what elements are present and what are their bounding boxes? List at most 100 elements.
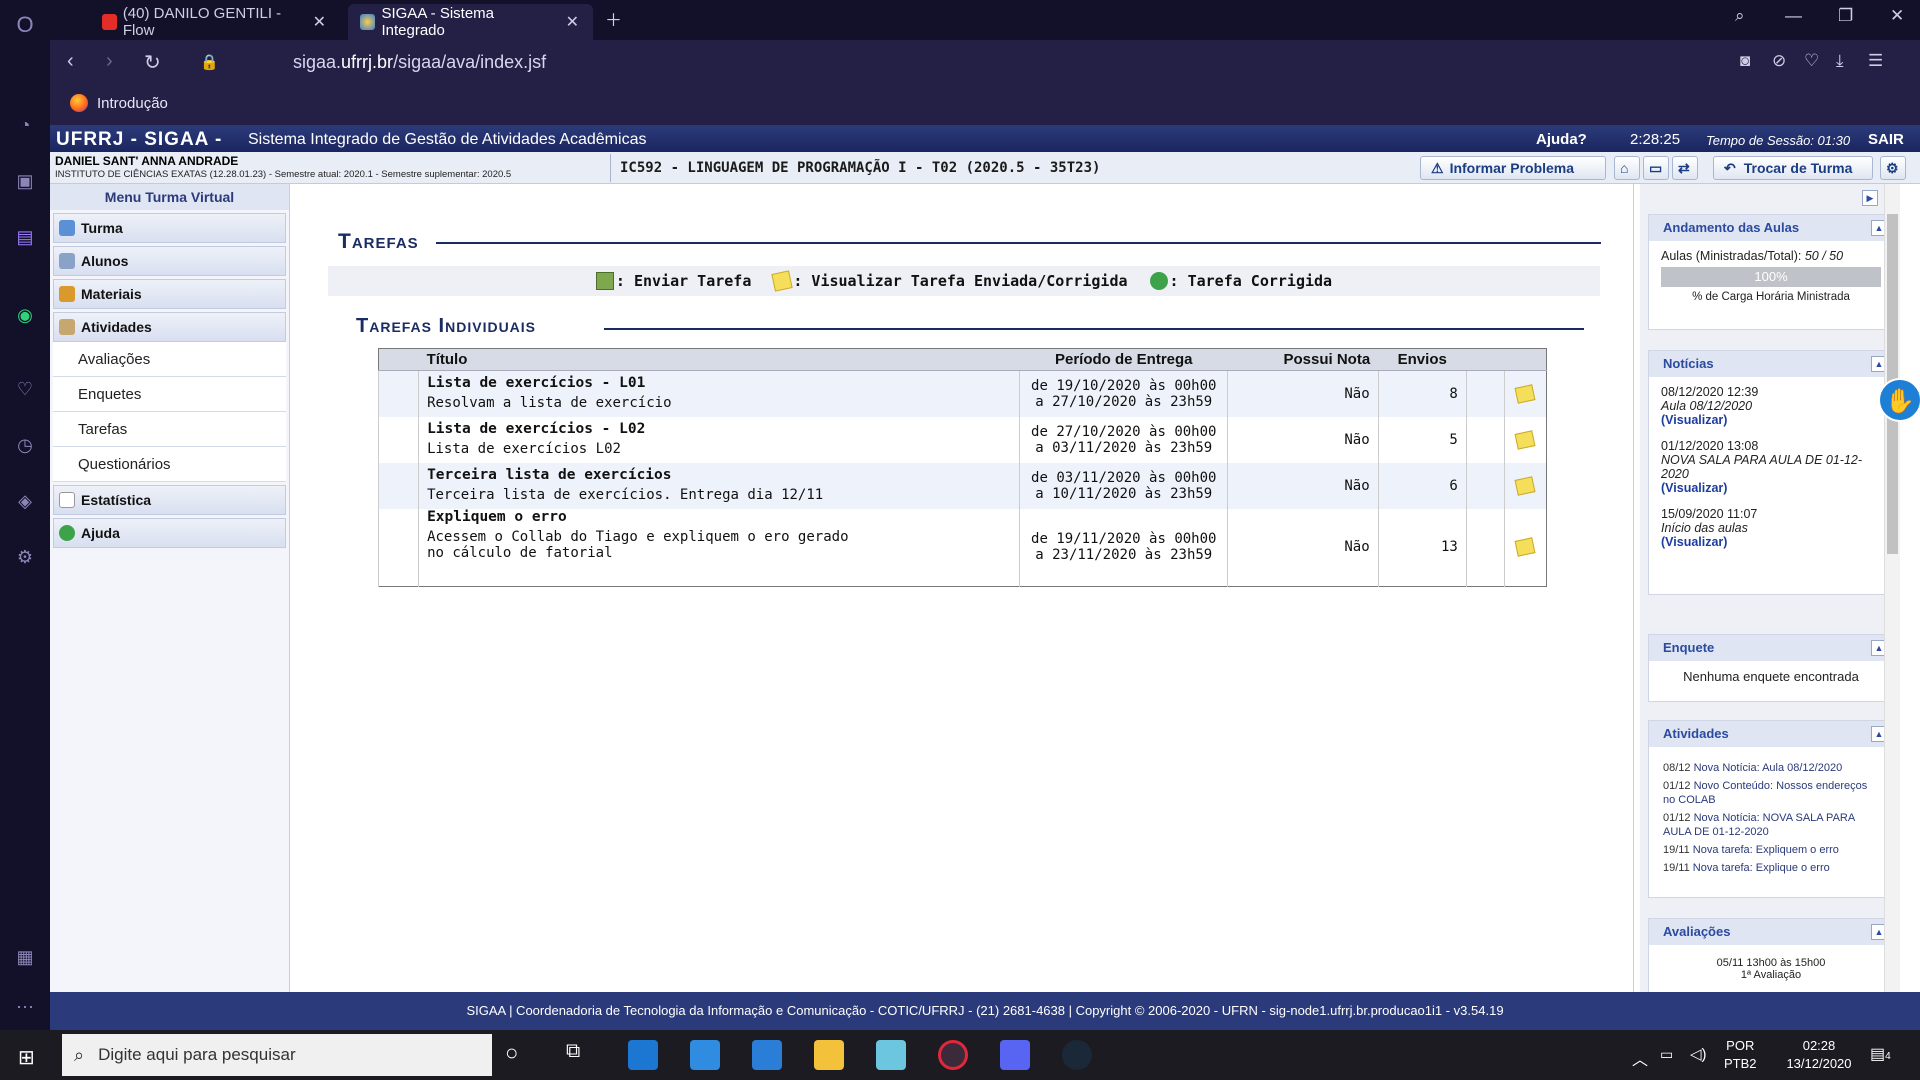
activities-header: Atividades ▲ xyxy=(1649,721,1893,747)
activity-date: 01/12 xyxy=(1663,780,1691,792)
menu-item-turma[interactable]: Turma xyxy=(53,213,286,243)
header-title: Título xyxy=(418,348,1020,371)
history-icon[interactable]: ◷ xyxy=(12,432,38,458)
tray-chevron-icon[interactable]: ︿ xyxy=(1632,1046,1648,1070)
download-icon[interactable]: ⤓ xyxy=(1836,51,1844,71)
language-indicator[interactable]: POR PTB2 xyxy=(1724,1038,1757,1071)
news-link[interactable]: (Visualizar) xyxy=(1661,535,1881,549)
home-button[interactable]: ⌂ xyxy=(1614,156,1640,180)
url-field[interactable]: sigaa.ufrrj.br/sigaa/ava/index.jsf xyxy=(293,52,546,73)
right-scrollbar[interactable] xyxy=(1884,184,1900,992)
view-cell xyxy=(1503,462,1547,509)
submenu-tarefas[interactable]: Tarefas xyxy=(53,412,286,447)
activity-text[interactable]: Nova tarefa: Expliquem o erro xyxy=(1693,844,1839,856)
report-problem-button[interactable]: ⚠ Informar Problema xyxy=(1420,156,1606,180)
mail-icon[interactable] xyxy=(690,1040,720,1070)
expand-panel-icon[interactable]: ▶ xyxy=(1862,190,1878,206)
menu-item-alunos[interactable]: Alunos xyxy=(53,246,286,276)
close-icon[interactable]: ✕ xyxy=(556,12,579,32)
notepad-app-icon[interactable] xyxy=(876,1040,906,1070)
search-tabs-icon[interactable]: ⌕ xyxy=(1735,6,1745,26)
discord-icon[interactable] xyxy=(1000,1040,1030,1070)
bookmark-heart-icon[interactable]: ♡ xyxy=(1804,51,1819,71)
steam-icon[interactable] xyxy=(1062,1040,1092,1070)
camera-icon[interactable]: ◙ xyxy=(1740,51,1750,71)
news-text: Início das aulas xyxy=(1661,521,1748,535)
view-task-icon[interactable] xyxy=(1514,384,1536,404)
windows-start-icon[interactable]: ⊞ xyxy=(18,1045,35,1070)
restore-icon[interactable]: ❐ xyxy=(1838,6,1853,26)
activity-text[interactable]: Nova Notícia: Aula 08/12/2020 xyxy=(1694,762,1843,774)
accessibility-hand-icon[interactable]: ✋ xyxy=(1878,378,1920,422)
volume-icon[interactable]: ◁) xyxy=(1690,1045,1707,1063)
reload-icon[interactable]: ↻ xyxy=(144,50,161,75)
shopping-bag-icon[interactable]: ▣ xyxy=(12,168,38,194)
task-cell: Terceira lista de exercícios Terceira lis… xyxy=(418,462,1020,509)
more-icon[interactable]: ⋯ xyxy=(12,994,38,1020)
clock-tray[interactable]: 02:28 13/12/2020 xyxy=(1778,1038,1860,1071)
switch-button[interactable]: ⇄ xyxy=(1672,156,1698,180)
heart-icon[interactable]: ♡ xyxy=(12,376,38,402)
period-start: de 27/10/2020 às 00h00 xyxy=(1031,423,1217,440)
bookmark-introducao[interactable]: Introdução xyxy=(70,94,168,112)
menu-item-atividades[interactable]: Atividades xyxy=(53,312,286,342)
submenu-questionarios[interactable]: Questionários xyxy=(53,447,286,482)
action-cell xyxy=(1465,370,1505,417)
activity-text[interactable]: Nova Notícia: NOVA SALA PARA AULA DE 01-… xyxy=(1663,812,1855,838)
course-title: IC592 - LINGUAGEM DE PROGRAMAÇÃO I - T02… xyxy=(620,160,1101,176)
opera-taskbar-icon[interactable] xyxy=(938,1040,968,1070)
notification-icon[interactable]: ▤4 xyxy=(1870,1044,1891,1064)
firefox-icon xyxy=(70,94,88,112)
file-explorer-icon[interactable] xyxy=(814,1040,844,1070)
news-link[interactable]: (Visualizar) xyxy=(1661,413,1881,427)
page-footer: SIGAA | Coordenadoria de Tecnologia da I… xyxy=(50,992,1920,1030)
menu-item-materiais[interactable]: Materiais xyxy=(53,279,286,309)
close-window-icon[interactable]: ✕ xyxy=(1890,6,1904,26)
activity-text[interactable]: Novo Conteúdo: Nossos endereços no COLAB xyxy=(1663,780,1867,806)
easy-setup-icon[interactable]: ☰ xyxy=(1868,51,1883,71)
help-link[interactable]: Ajuda? xyxy=(1536,131,1587,148)
back-icon[interactable]: ‹ xyxy=(67,50,74,73)
vscode-icon[interactable] xyxy=(752,1040,782,1070)
menu-item-ajuda[interactable]: Ajuda xyxy=(53,518,286,548)
minimize-icon[interactable]: — xyxy=(1785,6,1802,26)
view-task-icon[interactable] xyxy=(1514,475,1536,496)
cortana-icon[interactable]: ○ xyxy=(505,1040,535,1070)
settings-icon[interactable]: ⚙ xyxy=(12,544,38,570)
submenu-avaliacoes[interactable]: Avaliações xyxy=(53,342,286,377)
whatsapp-icon[interactable]: ◉ xyxy=(12,302,38,328)
activity-text[interactable]: Nova tarefa: Explique o erro xyxy=(1693,862,1830,874)
network-icon[interactable]: ▭ xyxy=(1660,1046,1673,1063)
forward-icon[interactable]: › xyxy=(106,50,113,73)
bookmarks-bar: Introdução xyxy=(50,86,1920,126)
menu-item-estatistica[interactable]: Estatística xyxy=(53,485,286,515)
evaluations-body: 05/11 13h00 às 15h00 1ª Avaliação xyxy=(1649,945,1893,989)
task-description: Terceira lista de exercícios. Entrega di… xyxy=(427,486,824,503)
adblock-icon[interactable]: ⊘ xyxy=(1772,51,1786,71)
print-button[interactable]: ▭ xyxy=(1643,156,1669,180)
header-action2 xyxy=(1504,348,1547,371)
change-class-button[interactable]: ↶ Trocar de Turma xyxy=(1713,156,1873,180)
view-task-icon[interactable] xyxy=(1514,537,1536,557)
opera-logo-icon[interactable]: O xyxy=(12,12,38,38)
tab-title: SIGAA - Sistema Integrado xyxy=(381,5,495,39)
workspaces-icon[interactable]: ▦ xyxy=(12,944,38,970)
twitch-icon[interactable]: ▤ xyxy=(12,224,38,250)
cube-icon[interactable]: ◈ xyxy=(12,488,38,514)
news-date: 08/12/2020 12:39 xyxy=(1661,385,1759,399)
new-tab-icon[interactable]: ＋ xyxy=(605,6,622,31)
tab-sigaa[interactable]: SIGAA - Sistema Integrado ✕ xyxy=(348,4,593,40)
legend-label: : Visualizar Tarefa Enviada/Corrigida xyxy=(793,272,1128,290)
taskbar-search[interactable]: ⌕ Digite aqui para pesquisar xyxy=(62,1034,492,1076)
settings-button[interactable]: ⚙ xyxy=(1880,156,1906,180)
tab-youtube[interactable]: (40) DANILO GENTILI - Flow ✕ xyxy=(90,4,340,40)
news-box: Notícias ▲ 08/12/2020 12:39 Aula 08/12/202… xyxy=(1648,350,1894,595)
news-link[interactable]: (Visualizar) xyxy=(1661,481,1881,495)
view-task-icon[interactable] xyxy=(1514,429,1536,450)
logout-link[interactable]: SAIR xyxy=(1868,131,1904,148)
store-icon[interactable] xyxy=(628,1040,658,1070)
speed-dial-icon[interactable]: ◔ xyxy=(12,112,38,138)
close-icon[interactable]: ✕ xyxy=(303,12,326,32)
submenu-enquetes[interactable]: Enquetes xyxy=(53,377,286,412)
task-view-icon[interactable]: ⧉ xyxy=(566,1040,596,1070)
